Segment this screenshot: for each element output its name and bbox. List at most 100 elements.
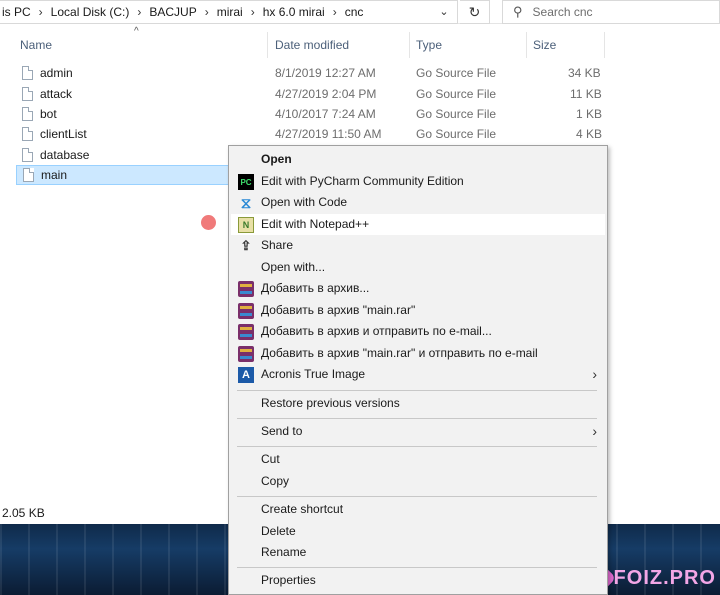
- file-size: 4 KB: [576, 127, 603, 141]
- notepadpp-icon: N: [238, 217, 254, 233]
- file-type: Go Source File: [416, 87, 497, 101]
- menu-item-label: Send to: [261, 424, 303, 438]
- column-header-date-label: Date modified: [275, 38, 350, 52]
- watermark-text: FOIZ.PRO: [613, 566, 716, 589]
- breadcrumb-this-pc[interactable]: is PC: [0, 5, 33, 19]
- menu-item-label: Restore previous versions: [261, 396, 400, 410]
- menu-item-label: Create shortcut: [261, 502, 344, 516]
- file-row[interactable]: clientList: [16, 124, 228, 144]
- menu-separator: [237, 390, 597, 391]
- breadcrumb-separator-icon[interactable]: ›: [131, 5, 147, 19]
- file-icon: [23, 168, 34, 182]
- acronis-icon: A: [238, 367, 254, 383]
- file-type: Go Source File: [416, 66, 497, 80]
- file-row[interactable]: database: [16, 145, 228, 165]
- file-name: admin: [40, 66, 73, 80]
- file-date: 8/1/2019 12:27 AM: [275, 66, 376, 80]
- address-bar: is PC › Local Disk (C:) › BACJUP › mirai…: [0, 0, 720, 24]
- file-date: 4/27/2019 11:50 AM: [275, 127, 382, 141]
- menu-item-create-shortcut[interactable]: Create shortcut: [231, 499, 605, 520]
- menu-separator: [237, 446, 597, 447]
- file-name: attack: [40, 87, 73, 101]
- column-header-name[interactable]: Name: [14, 32, 268, 58]
- file-row[interactable]: bot: [16, 104, 228, 124]
- file-name: bot: [40, 107, 57, 121]
- breadcrumb-cnc[interactable]: cnc: [343, 5, 366, 19]
- menu-item-label: Добавить в архив...: [261, 281, 370, 295]
- menu-item-delete[interactable]: Delete: [231, 521, 605, 542]
- menu-item-cut[interactable]: Cut: [231, 449, 605, 470]
- menu-item-label: Edit with Notepad++: [261, 217, 370, 231]
- file-row[interactable]: admin: [16, 63, 228, 83]
- menu-item-properties[interactable]: Properties: [231, 570, 605, 591]
- column-header-date[interactable]: Date modified: [269, 32, 410, 58]
- menu-item-label: Edit with PyCharm Community Edition: [261, 174, 464, 188]
- chevron-right-icon: ›: [592, 423, 597, 439]
- menu-item-label: Properties: [261, 573, 316, 587]
- menu-separator: [237, 567, 597, 568]
- winrar-icon: [238, 303, 254, 319]
- breadcrumb-mirai[interactable]: mirai: [215, 5, 245, 19]
- refresh-icon: ↻: [468, 3, 481, 20]
- winrar-icon: [238, 346, 254, 362]
- column-header-type-label: Type: [416, 38, 443, 52]
- menu-item-label: Delete: [261, 524, 296, 538]
- file-row-selected[interactable]: main: [16, 165, 230, 185]
- breadcrumb-bacjup[interactable]: BACJUP: [147, 5, 198, 19]
- breadcrumb[interactable]: is PC › Local Disk (C:) › BACJUP › mirai…: [0, 0, 458, 24]
- menu-item-label: Copy: [261, 474, 290, 488]
- file-date: 4/27/2019 2:04 PM: [275, 87, 377, 101]
- menu-item-label: Open with...: [261, 260, 326, 274]
- menu-item-acronis[interactable]: A Acronis True Image ›: [231, 364, 605, 385]
- menu-item-send-to[interactable]: Send to ›: [231, 421, 605, 442]
- menu-item-rename[interactable]: Rename: [231, 542, 605, 563]
- menu-item-edit-notepadpp[interactable]: N Edit with Notepad++: [231, 214, 605, 235]
- column-header-type[interactable]: Type: [410, 32, 527, 58]
- column-header-size[interactable]: Size: [527, 32, 605, 58]
- file-size: 11 KB: [570, 87, 602, 101]
- file-name: main: [41, 168, 68, 182]
- breadcrumb-separator-icon[interactable]: ›: [327, 5, 343, 19]
- menu-item-main-rar-and-email[interactable]: Добавить в архив "main.rar" и отправить …: [231, 343, 605, 364]
- menu-item-edit-pycharm[interactable]: PC Edit with PyCharm Community Edition: [231, 171, 605, 192]
- breadcrumb-separator-icon[interactable]: ›: [33, 5, 49, 19]
- file-size: 1 KB: [576, 107, 603, 121]
- file-icon: [22, 148, 33, 162]
- menu-item-label: Share: [261, 238, 294, 252]
- menu-item-label: Добавить в архив "main.rar": [261, 303, 416, 317]
- file-icon: [22, 127, 33, 141]
- menu-item-archive-and-email[interactable]: Добавить в архив и отправить по e-mail..…: [231, 321, 605, 342]
- breadcrumb-local-disk[interactable]: Local Disk (C:): [49, 5, 132, 19]
- file-name: clientList: [40, 127, 87, 141]
- cursor-marker: [201, 215, 216, 230]
- menu-item-share[interactable]: ⇪ Share: [231, 235, 605, 256]
- menu-separator: [237, 496, 597, 497]
- menu-item-open-with[interactable]: Open with...: [231, 257, 605, 278]
- menu-item-open[interactable]: Open: [231, 149, 605, 170]
- share-icon: ⇪: [240, 238, 252, 253]
- menu-item-open-with-code[interactable]: ⧖ Open with Code: [231, 192, 605, 213]
- vscode-icon: ⧖: [240, 194, 252, 212]
- menu-separator: [237, 418, 597, 419]
- file-size: 34 KB: [568, 66, 601, 80]
- refresh-button[interactable]: ↻: [460, 0, 490, 24]
- search-input[interactable]: ⚲ Search cnc: [502, 0, 720, 24]
- context-menu: Open PC Edit with PyCharm Community Edit…: [228, 145, 608, 595]
- file-type: Go Source File: [416, 107, 497, 121]
- menu-item-add-to-main-rar[interactable]: Добавить в архив "main.rar": [231, 300, 605, 321]
- breadcrumb-separator-icon[interactable]: ›: [245, 5, 261, 19]
- file-date: 4/10/2017 7:24 AM: [275, 107, 376, 121]
- menu-item-label: Cut: [261, 452, 280, 466]
- menu-item-add-to-archive[interactable]: Добавить в архив...: [231, 278, 605, 299]
- breadcrumb-separator-icon[interactable]: ›: [199, 5, 215, 19]
- file-row[interactable]: attack: [16, 84, 228, 104]
- chevron-down-icon[interactable]: ⌄: [436, 4, 452, 20]
- file-type: Go Source File: [416, 127, 497, 141]
- search-icon: ⚲: [513, 4, 523, 19]
- column-header-name-label: Name: [20, 38, 53, 52]
- breadcrumb-hx-mirai[interactable]: hx 6.0 mirai: [261, 5, 327, 19]
- menu-item-restore-previous-versions[interactable]: Restore previous versions: [231, 393, 605, 414]
- file-name: database: [40, 148, 90, 162]
- menu-item-copy[interactable]: Copy: [231, 471, 605, 492]
- menu-item-label: Open: [261, 152, 292, 166]
